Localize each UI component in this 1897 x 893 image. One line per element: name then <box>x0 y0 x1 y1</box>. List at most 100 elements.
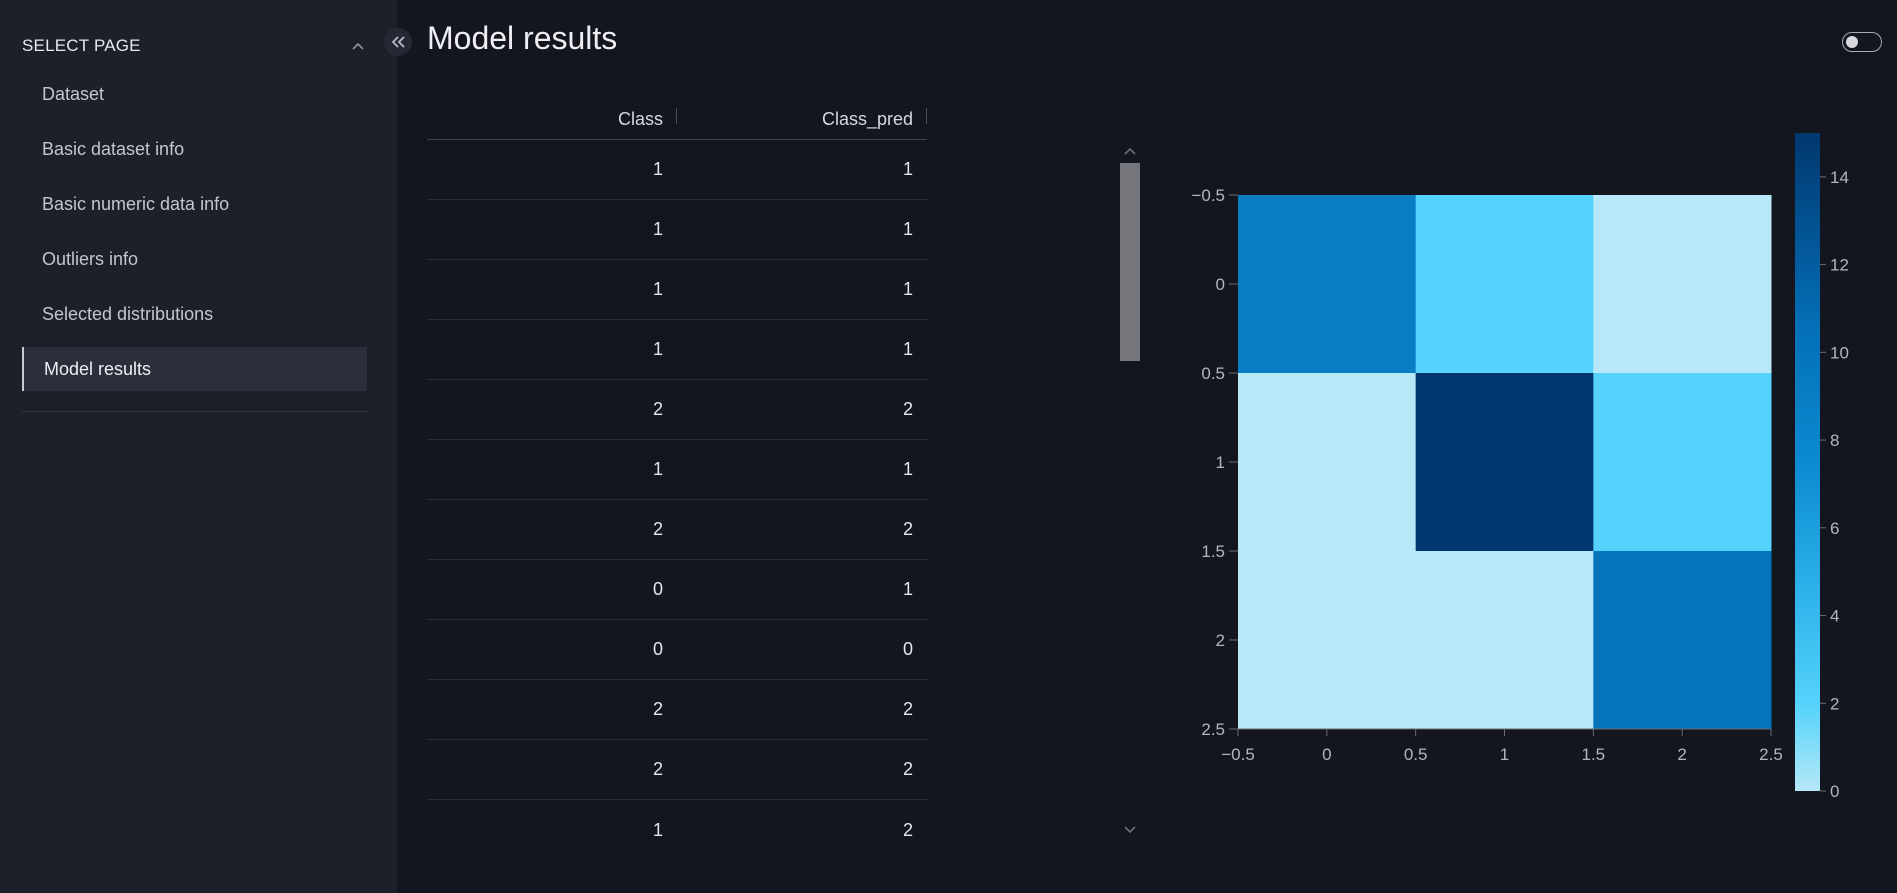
x-tick-label: 2.5 <box>1759 745 1783 764</box>
table-cell[interactable]: 1 <box>677 140 927 199</box>
heatmap-cell[interactable] <box>1238 195 1417 374</box>
column-header-class[interactable]: Class <box>427 100 677 139</box>
table-cell[interactable]: 2 <box>427 740 677 799</box>
sidebar-nav: Dataset Basic dataset info Basic numeric… <box>22 72 367 402</box>
sidebar-item-basic-numeric-data-info[interactable]: Basic numeric data info <box>22 182 367 226</box>
heatmap-cell[interactable] <box>1593 551 1772 730</box>
heatmap-cell[interactable] <box>1593 373 1772 552</box>
sidebar-title: SELECT PAGE <box>22 36 141 55</box>
table-row: 12 <box>427 800 927 860</box>
table-row: 11 <box>427 140 927 200</box>
table-cell[interactable]: 0 <box>677 620 927 679</box>
heatmap-cell[interactable] <box>1238 551 1417 730</box>
y-tick-label: 1 <box>1216 453 1225 472</box>
table-cell[interactable]: 1 <box>677 320 927 379</box>
table-row: 00 <box>427 620 927 680</box>
colorbar-tick-label: 2 <box>1830 694 1839 713</box>
table-row: 11 <box>427 200 927 260</box>
heatmap-cells <box>1238 195 1772 730</box>
sidebar-item-selected-distributions[interactable]: Selected distributions <box>22 292 367 336</box>
colorbar-tick-label: 10 <box>1830 343 1849 362</box>
sidebar-item-label: Selected distributions <box>42 303 214 324</box>
column-header-class-pred[interactable]: Class_pred <box>677 100 927 139</box>
table-cell[interactable]: 2 <box>677 800 927 860</box>
heatmap-cell[interactable] <box>1238 373 1417 552</box>
toggle-knob <box>1846 36 1858 48</box>
column-header-label: Class_pred <box>821 109 913 129</box>
x-tick-label: 1.5 <box>1582 745 1606 764</box>
collapse-sidebar-button[interactable] <box>384 28 412 56</box>
table-cell[interactable]: 2 <box>427 500 677 559</box>
sidebar: SELECT PAGE Dataset Basic dataset info B… <box>0 0 397 893</box>
x-tick-label: 0 <box>1322 745 1331 764</box>
column-resize-handle[interactable] <box>926 108 927 124</box>
sidebar-item-label: Model results <box>44 358 152 379</box>
heatmap-cell[interactable] <box>1593 195 1772 374</box>
colorbar-tick-label: 4 <box>1830 607 1839 626</box>
table-cell[interactable]: 2 <box>427 680 677 739</box>
x-tick-label: 2 <box>1677 745 1686 764</box>
colorbar-gradient <box>1795 133 1820 791</box>
table-row: 22 <box>427 740 927 800</box>
table-row: 22 <box>427 500 927 560</box>
x-tick-label: 1 <box>1500 745 1509 764</box>
sidebar-item-label: Outliers info <box>42 248 139 269</box>
table-cell[interactable]: 1 <box>677 260 927 319</box>
table-cell[interactable]: 2 <box>677 500 927 559</box>
y-tick-label: 2 <box>1216 631 1225 650</box>
chevron-up-icon[interactable] <box>349 37 367 55</box>
table-cell[interactable]: 1 <box>427 440 677 499</box>
theme-toggle[interactable] <box>1842 32 1882 52</box>
table-cell[interactable]: 2 <box>427 380 677 439</box>
colorbar-tick-label: 0 <box>1830 782 1839 801</box>
table-cell[interactable]: 1 <box>677 560 927 619</box>
table-cell[interactable]: 2 <box>677 680 927 739</box>
sidebar-item-basic-dataset-info[interactable]: Basic dataset info <box>22 127 367 171</box>
heatmap-cell[interactable] <box>1415 551 1594 730</box>
colorbar-tick-label: 12 <box>1830 256 1849 275</box>
sidebar-item-outliers-info[interactable]: Outliers info <box>22 237 367 281</box>
sidebar-item-label: Basic dataset info <box>42 138 185 159</box>
x-tick-label: 0.5 <box>1404 745 1428 764</box>
colorbar-tick-label: 6 <box>1830 519 1839 538</box>
heatmap-cell[interactable] <box>1415 373 1594 552</box>
y-tick-label: 2.5 <box>1201 720 1225 739</box>
sidebar-item-label: Basic numeric data info <box>42 193 230 214</box>
table-cell[interactable]: 1 <box>427 260 677 319</box>
sidebar-item-label: Dataset <box>42 83 105 104</box>
heatmap-cell[interactable] <box>1415 195 1594 374</box>
scrollbar-thumb[interactable] <box>1120 163 1140 361</box>
scroll-down-button[interactable] <box>1120 822 1140 838</box>
table-cell[interactable]: 2 <box>677 740 927 799</box>
table-cell[interactable]: 0 <box>427 560 677 619</box>
double-chevron-left-icon <box>391 36 405 48</box>
table-body: 11 11 11 11 22 11 22 01 00 22 22 12 <box>427 140 927 860</box>
table-header: Class Class_pred <box>427 100 927 140</box>
x-tick-label: −0.5 <box>1221 745 1255 764</box>
confusion-matrix-heatmap: −0.5 −0.5 0 0 0.5 0.5 1 1 1.5 1.5 2 2 2.5 2.5 0 2 4 6 8 10… <box>1191 133 1849 801</box>
table-cell[interactable]: 1 <box>677 440 927 499</box>
table-row: 11 <box>427 260 927 320</box>
column-header-label: Class <box>617 109 663 129</box>
page-title: Model results <box>427 20 618 56</box>
table-cell[interactable]: 1 <box>427 140 677 199</box>
table-cell[interactable]: 2 <box>677 380 927 439</box>
sidebar-header: SELECT PAGE <box>22 34 367 58</box>
table-cell[interactable]: 0 <box>427 620 677 679</box>
scroll-up-button[interactable] <box>1120 143 1140 159</box>
sidebar-item-dataset[interactable]: Dataset <box>22 72 367 116</box>
table-row: 11 <box>427 320 927 380</box>
colorbar: 0 2 4 6 8 10 12 14 <box>1795 133 1849 801</box>
table-cell[interactable]: 1 <box>427 200 677 259</box>
sidebar-divider <box>22 411 367 412</box>
colorbar-tick-label: 8 <box>1830 431 1839 450</box>
table-row: 01 <box>427 560 927 620</box>
y-tick-label: 1.5 <box>1201 542 1225 561</box>
table-cell[interactable]: 1 <box>427 320 677 379</box>
table-cell[interactable]: 1 <box>677 200 927 259</box>
sidebar-item-model-results[interactable]: Model results <box>22 347 367 391</box>
y-tick-label: 0 <box>1216 275 1225 294</box>
results-table: Class Class_pred 11 11 11 11 22 11 22 01… <box>427 100 927 860</box>
y-tick-label: 0.5 <box>1201 364 1225 383</box>
table-cell[interactable]: 1 <box>427 800 677 860</box>
